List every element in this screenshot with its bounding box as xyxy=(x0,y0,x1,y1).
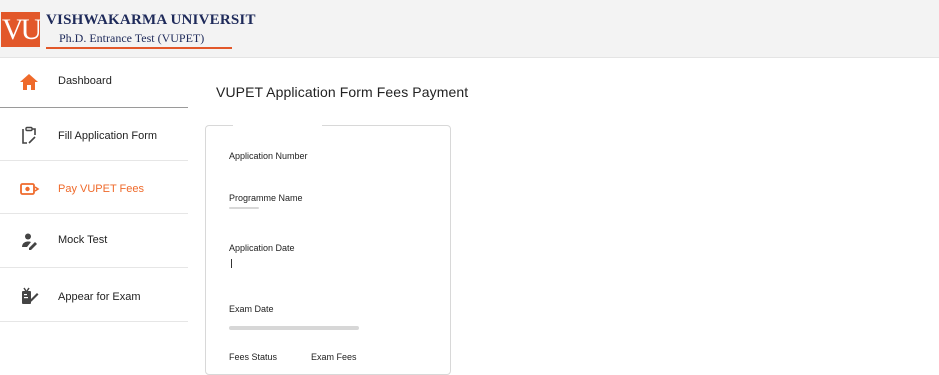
sidebar-item-pay-fees[interactable]: Pay VUPET Fees xyxy=(0,161,188,214)
page-title: VUPET Application Form Fees Payment xyxy=(216,84,469,100)
exam-date-value xyxy=(229,326,359,330)
application-number-label: Application Number xyxy=(229,151,308,161)
sidebar-item-label: Fill Application Form xyxy=(58,130,158,142)
sidebar-item-appear-exam[interactable]: Appear for Exam xyxy=(0,268,188,322)
university-logo[interactable]: VU xyxy=(1,12,40,47)
payment-icon xyxy=(20,183,40,195)
sidebar-item-label: Appear for Exam xyxy=(58,291,141,303)
exam-icon xyxy=(22,287,39,304)
logo-underline xyxy=(46,47,232,49)
home-icon xyxy=(20,74,38,90)
sidebar-item-dashboard[interactable]: Dashboard xyxy=(0,58,188,108)
fees-status-label: Fees Status xyxy=(229,352,278,362)
card-title-gap xyxy=(233,121,322,129)
sidebar-item-mock-test[interactable]: Mock Test xyxy=(0,214,188,268)
university-name: VISHWAKARMA UNIVERSIT xyxy=(46,12,256,28)
sidebar: Dashboard Fill Application Form Pay VUPE… xyxy=(0,58,188,363)
sidebar-item-label: Dashboard xyxy=(58,75,112,87)
exam-fees-label: Exam Fees xyxy=(311,352,357,362)
application-date-value xyxy=(231,259,232,268)
exam-subtitle: Ph.D. Entrance Test (VUPET) xyxy=(59,31,205,45)
sidebar-item-label: Pay VUPET Fees xyxy=(58,183,144,195)
programme-name-value xyxy=(229,207,259,209)
user-edit-icon xyxy=(22,233,37,250)
sidebar-item-label: Mock Test xyxy=(58,234,108,246)
exam-date-label: Exam Date xyxy=(229,304,274,314)
application-date-label: Application Date xyxy=(229,243,295,253)
sidebar-item-fill-application[interactable]: Fill Application Form xyxy=(0,108,188,161)
programme-name-label: Programme Name xyxy=(229,193,303,203)
app-header: VU VISHWAKARMA UNIVERSIT Ph.D. Entrance … xyxy=(0,0,939,58)
clipboard-icon xyxy=(22,126,36,144)
